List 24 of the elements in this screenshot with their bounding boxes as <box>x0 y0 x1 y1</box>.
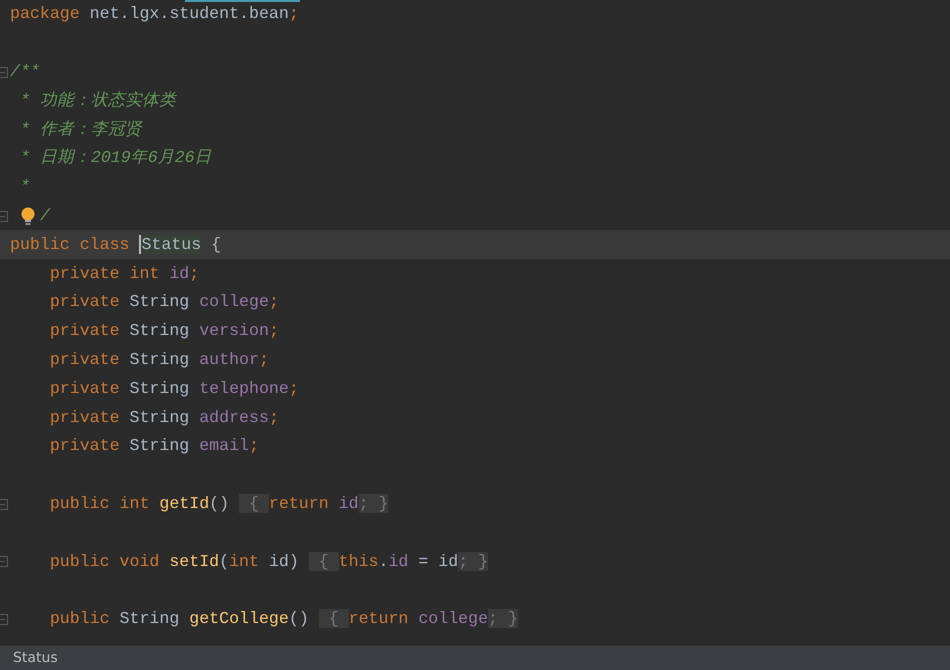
code-line: private String telephone; <box>48 378 299 400</box>
code-line: private String author; <box>48 348 269 371</box>
code-comment: * 日期：2019年6月26日 <box>18 147 212 170</box>
code-line: public class Status { <box>10 234 222 256</box>
fold-icon[interactable] <box>0 556 8 568</box>
fold-icon[interactable] <box>0 614 8 625</box>
code-comment: * <box>18 176 30 198</box>
code-line: private String email; <box>48 435 259 458</box>
fold-icon[interactable] <box>0 498 8 510</box>
code-comment: /** <box>10 60 40 83</box>
code-line: public String getCollege() { return college; } <box>48 608 518 630</box>
code-line: private String college; <box>48 291 279 314</box>
code-line: package net.lgx.student.bean; <box>10 3 299 26</box>
code-line: private String address; <box>48 406 279 429</box>
code-line: private String version; <box>48 320 279 342</box>
code-comment: * 作者：李冠贤 <box>18 118 142 141</box>
fold-icon[interactable] <box>0 66 8 78</box>
fold-icon[interactable] <box>0 210 8 222</box>
code-comment: / <box>40 204 50 227</box>
code-comment: * 功能：状态实体类 <box>18 90 176 112</box>
code-line: private int id; <box>48 262 200 285</box>
breadcrumb[interactable]: Status <box>13 648 58 668</box>
code-line: public int getId() { return id; } <box>48 492 388 515</box>
code-line: public void setId(int id) { this.id = id; } <box>48 550 488 573</box>
